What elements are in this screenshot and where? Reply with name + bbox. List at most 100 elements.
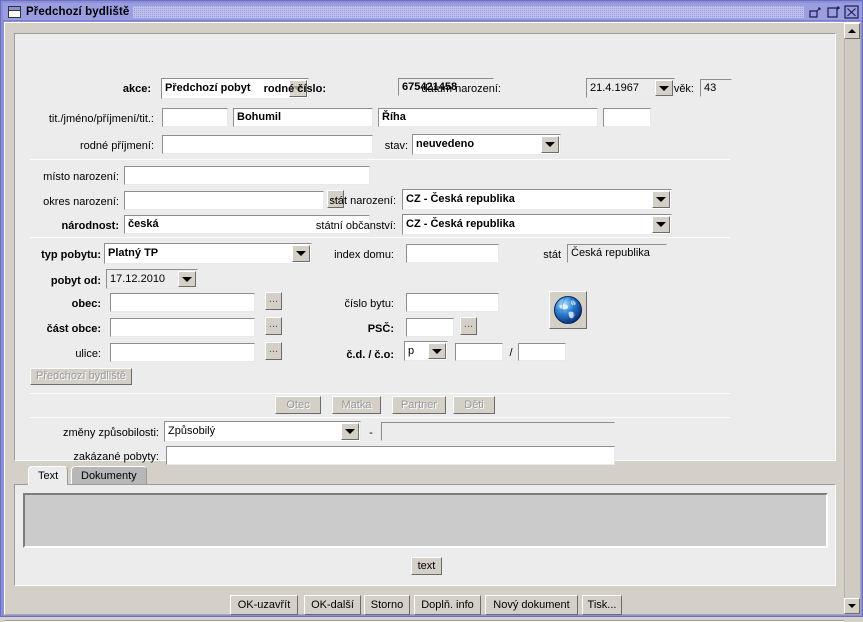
akce-label: akce: — [122, 83, 151, 95]
index-domu-field[interactable] — [406, 244, 499, 263]
tisk-button[interactable]: Tisk... — [582, 595, 622, 615]
typ-pobytu-combo[interactable]: Platný TP — [104, 243, 312, 264]
section-divider — [30, 393, 730, 394]
text-area[interactable] — [23, 493, 828, 548]
ok-dalsi-button[interactable]: OK-další — [304, 595, 361, 615]
chevron-down-icon[interactable] — [292, 245, 310, 262]
ok-uzavrit-button[interactable]: OK-uzavřít — [230, 595, 298, 615]
cd-co-label: č.d. / č.o: — [346, 349, 394, 361]
index-domu-label: index domu: — [334, 249, 394, 261]
narodnost-label: národnost: — [61, 220, 119, 232]
stav-combo[interactable]: neuvedeno — [412, 134, 561, 155]
partner-button[interactable]: Partner — [392, 396, 446, 414]
pobyt-od-combo[interactable]: 17.12.2010 — [106, 269, 198, 289]
chevron-down-icon[interactable] — [652, 216, 670, 233]
tab-dokumenty[interactable]: Dokumenty — [71, 466, 147, 484]
chevron-down-icon[interactable] — [652, 191, 670, 208]
obec-browse-button[interactable]: ... — [265, 292, 282, 310]
pobyt-od-label: pobyt od: — [50, 275, 101, 287]
title-bar-filler — [133, 5, 804, 18]
typ-pobytu-value: Platný TP — [108, 247, 159, 259]
obec-label: obec: — [71, 298, 101, 310]
datum-narozeni-label: datum narození: — [421, 83, 502, 95]
datum-narozeni-value: 21.4.1967 — [590, 81, 639, 94]
misto-narozeni-label: místo narození: — [43, 171, 119, 183]
chevron-down-icon[interactable] — [178, 271, 196, 287]
tab-content-panel: text — [14, 484, 836, 586]
ulice-browse-button[interactable]: ... — [265, 342, 282, 360]
stav-value: neuvedeno — [416, 138, 475, 150]
cislo-orientacni-field[interactable] — [518, 343, 566, 361]
matka-button[interactable]: Matka — [332, 396, 381, 414]
globe-icon — [554, 296, 582, 324]
chevron-down-icon[interactable] — [541, 136, 559, 153]
cd-co-separator: / — [509, 347, 513, 359]
tab-text[interactable]: Text — [28, 466, 69, 485]
titul-pred-field[interactable] — [162, 108, 228, 127]
zmeny-detail-field — [381, 422, 615, 441]
psc-field[interactable] — [406, 318, 454, 337]
text-button[interactable]: text — [411, 557, 442, 575]
vertical-scrollbar[interactable] — [843, 23, 860, 614]
dopln-info-button[interactable]: Doplň. info — [414, 595, 481, 615]
cd-co-type-value: p — [408, 344, 415, 357]
person-form-panel: akce: Předchozí pobyt rodné číslo: 67542… — [14, 33, 836, 465]
zmeny-zpusobilosti-combo[interactable]: Způsobilý — [164, 421, 361, 442]
close-button[interactable] — [844, 4, 859, 19]
cast-obce-field[interactable] — [110, 318, 255, 337]
jmeno-row-label: tit./jméno/příjmení/tit.: — [48, 113, 154, 125]
predchozi-bydliste-button[interactable]: Předchozí bydliště — [30, 368, 132, 385]
stat-label: stát — [543, 249, 561, 261]
ulice-field[interactable] — [110, 343, 255, 362]
obec-field[interactable] — [110, 293, 255, 312]
jmeno-field[interactable]: Bohumil — [233, 108, 373, 127]
zakazane-pobyty-field[interactable] — [166, 446, 615, 465]
zmeny-zpusobilosti-label: změny způsobilosti: — [63, 427, 159, 439]
rodne-cislo-label: rodné číslo: — [263, 83, 326, 95]
minimize-button[interactable] — [808, 5, 823, 19]
cislo-domu-field[interactable] — [455, 343, 503, 361]
statni-obcanstvi-value: CZ - Česká republika — [406, 218, 515, 230]
window-title: Předchozí bydliště — [26, 5, 130, 18]
okres-narozeni-field[interactable] — [124, 191, 324, 210]
pobyt-od-value: 17.12.2010 — [110, 272, 166, 285]
section-divider — [30, 417, 730, 418]
vek-label: věk: — [673, 83, 694, 95]
titul-za-field[interactable] — [603, 108, 651, 127]
stat-narozeni-combo[interactable]: CZ - Česká republika — [402, 189, 672, 210]
scroll-content: akce: Předchozí pobyt rodné číslo: 67542… — [5, 23, 844, 622]
psc-browse-button[interactable]: ... — [460, 317, 477, 335]
section-divider — [30, 159, 730, 160]
rodne-prijmeni-field[interactable] — [162, 135, 373, 154]
stat-field: Česká republika — [567, 244, 667, 263]
application-window: Předchozí bydliště akce: Předchozí pobyt… — [0, 0, 863, 622]
ulice-label: ulice: — [75, 348, 101, 360]
zmeny-zpusobilosti-value: Způsobilý — [168, 425, 216, 437]
storno-button[interactable]: Storno — [364, 595, 410, 615]
chevron-down-icon[interactable] — [428, 343, 446, 359]
globe-button[interactable] — [549, 291, 587, 329]
title-bar[interactable]: Předchozí bydliště — [3, 3, 862, 21]
window-client-area: akce: Předchozí pobyt rodné číslo: 67542… — [4, 22, 861, 622]
misto-narozeni-field[interactable] — [124, 166, 370, 185]
scrollbar-track[interactable] — [844, 39, 860, 598]
stav-label: stav: — [384, 140, 408, 152]
zakazane-pobyty-label: zakázané pobyty: — [73, 451, 159, 463]
otec-button[interactable]: Otec — [275, 396, 321, 414]
cd-co-type-combo[interactable]: p — [404, 341, 448, 361]
scroll-up-arrow-icon[interactable] — [844, 23, 860, 39]
stat-narozeni-label: stát narození: — [329, 195, 396, 207]
scroll-down-arrow-icon[interactable] — [844, 598, 860, 614]
prijmeni-field[interactable]: Říha — [378, 108, 598, 127]
typ-pobytu-label: typ pobytu: — [41, 249, 101, 261]
maximize-button[interactable] — [826, 5, 841, 19]
cislo-bytu-label: číslo bytu: — [344, 298, 394, 310]
novy-dokument-button[interactable]: Nový dokument — [485, 595, 578, 615]
section-divider — [30, 237, 730, 238]
cast-obce-browse-button[interactable]: ... — [265, 317, 282, 335]
chevron-down-icon[interactable] — [341, 423, 359, 440]
cast-obce-label: část obce: — [46, 323, 101, 335]
deti-button[interactable]: Děti — [453, 396, 495, 414]
statni-obcanstvi-combo[interactable]: CZ - Česká republika — [402, 214, 672, 235]
cislo-bytu-field[interactable] — [406, 293, 499, 312]
